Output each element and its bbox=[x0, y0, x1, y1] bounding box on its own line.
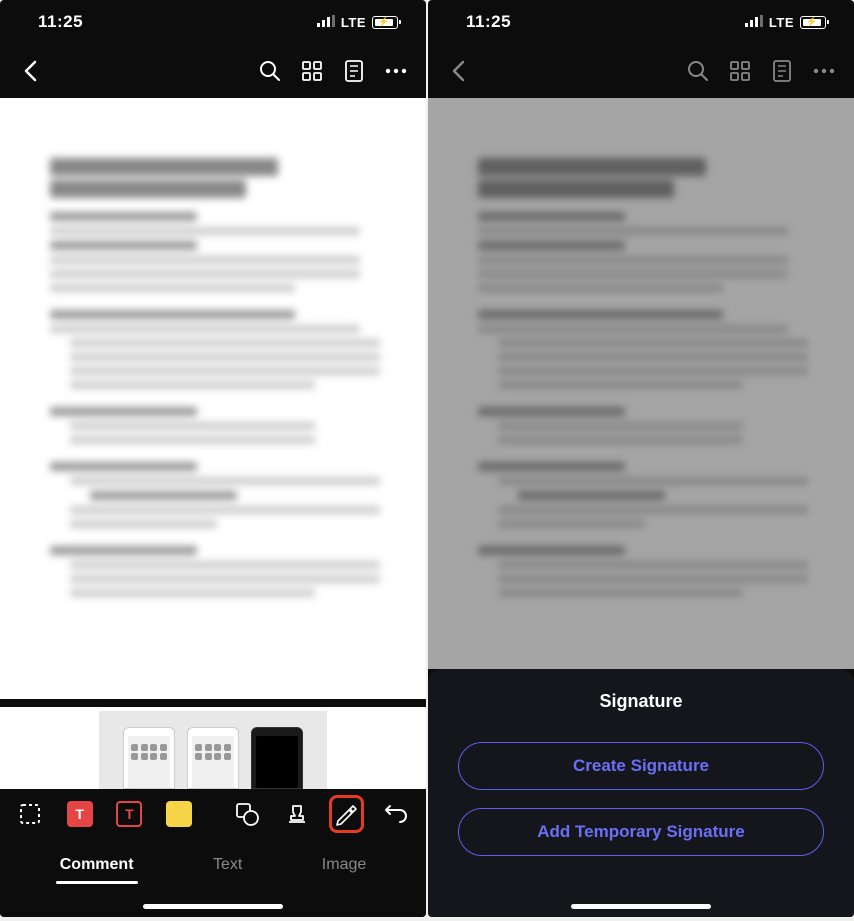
status-time: 11:25 bbox=[466, 12, 511, 32]
document-viewer[interactable] bbox=[428, 98, 854, 669]
home-indicator[interactable] bbox=[143, 904, 283, 909]
stamp-tool[interactable] bbox=[281, 797, 313, 831]
right-screenshot: 11:25 LTE ⚡ bbox=[428, 0, 854, 917]
panel-title: Signature bbox=[458, 691, 824, 712]
status-time: 11:25 bbox=[38, 12, 83, 32]
tab-row: Comment Text Image bbox=[0, 839, 426, 891]
undo-button[interactable] bbox=[380, 797, 412, 831]
status-right: LTE ⚡ bbox=[317, 14, 398, 30]
grid-icon[interactable] bbox=[300, 59, 324, 83]
tab-text[interactable]: Text bbox=[209, 848, 246, 882]
tab-comment[interactable]: Comment bbox=[56, 848, 138, 882]
document-viewer[interactable] bbox=[0, 98, 426, 789]
battery-icon: ⚡ bbox=[372, 16, 398, 29]
home-indicator[interactable] bbox=[571, 904, 711, 909]
document-page bbox=[428, 98, 854, 669]
signature-tool[interactable] bbox=[331, 797, 363, 831]
nav-bar bbox=[428, 44, 854, 98]
document-page-2[interactable] bbox=[0, 699, 426, 789]
bottom-toolbar: T T Comment Text Imag bbox=[0, 789, 426, 917]
add-temporary-signature-button[interactable]: Add Temporary Signature bbox=[458, 808, 824, 856]
shape-tool[interactable] bbox=[231, 797, 263, 831]
create-signature-button[interactable]: Create Signature bbox=[458, 742, 824, 790]
search-icon[interactable] bbox=[686, 59, 710, 83]
network-label: LTE bbox=[341, 15, 366, 30]
status-right: LTE ⚡ bbox=[745, 14, 826, 30]
reader-icon[interactable] bbox=[342, 59, 366, 83]
grid-icon[interactable] bbox=[728, 59, 752, 83]
strikethrough-tool[interactable]: T bbox=[114, 797, 146, 831]
search-icon[interactable] bbox=[258, 59, 282, 83]
status-bar: 11:25 LTE ⚡ bbox=[428, 0, 854, 44]
more-icon[interactable] bbox=[384, 59, 408, 83]
nav-bar bbox=[0, 44, 426, 98]
signal-icon bbox=[317, 14, 335, 30]
signature-panel: Signature Create Signature Add Temporary… bbox=[428, 669, 854, 917]
battery-icon: ⚡ bbox=[800, 16, 826, 29]
signal-icon bbox=[745, 14, 763, 30]
left-screenshot: 11:25 LTE ⚡ bbox=[0, 0, 426, 917]
more-icon[interactable] bbox=[812, 59, 836, 83]
tab-image[interactable]: Image bbox=[318, 848, 370, 882]
network-label: LTE bbox=[769, 15, 794, 30]
status-bar: 11:25 LTE ⚡ bbox=[0, 0, 426, 44]
note-tool[interactable] bbox=[163, 797, 195, 831]
document-page bbox=[0, 98, 426, 675]
highlight-tool[interactable]: T bbox=[64, 797, 96, 831]
select-tool[interactable] bbox=[14, 797, 46, 831]
back-button[interactable] bbox=[446, 59, 470, 83]
reader-icon[interactable] bbox=[770, 59, 794, 83]
back-button[interactable] bbox=[18, 59, 42, 83]
tool-row: T T bbox=[0, 789, 426, 839]
